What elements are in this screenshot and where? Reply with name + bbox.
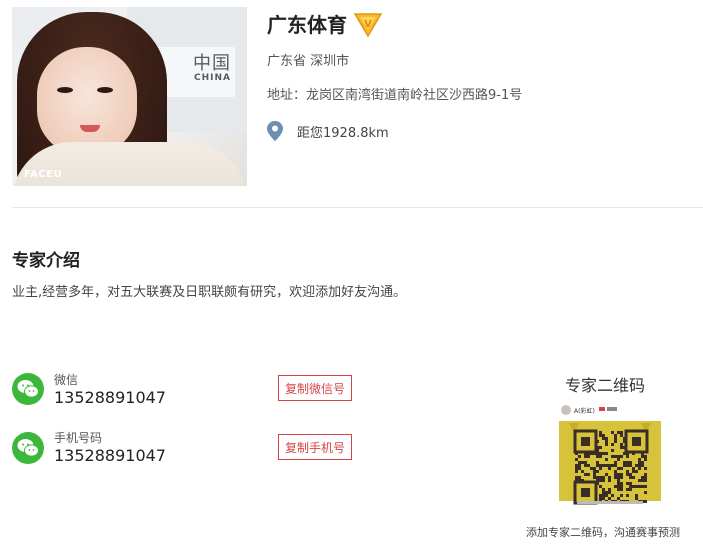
profile-photo: 中国 CHINA FACEU bbox=[12, 7, 247, 186]
qr-code-image: A(彩虹) bbox=[557, 401, 663, 507]
phone-value: 13528891047 bbox=[54, 446, 166, 465]
photo-watermark: FACEU bbox=[24, 169, 63, 180]
intro-text: 业主,经营多年，对五大联赛及日职联颇有研究，欢迎添加好友沟通。 bbox=[12, 285, 407, 300]
photo-sign-sub: CHINA bbox=[194, 73, 231, 83]
phone-contact-icon bbox=[12, 432, 44, 464]
address-text: 地址：龙岗区南湾街道南岭社区沙西路9-1号 bbox=[267, 88, 523, 103]
qr-card-name: A(彩虹) bbox=[574, 407, 595, 415]
copy-phone-button[interactable]: 复制手机号 bbox=[278, 434, 353, 460]
page-title: 广东体育 bbox=[267, 12, 347, 37]
expert-profile-page: 中国 CHINA FACEU 广东体育 V 广东省 深圳市 地址：龙岗区南湾街道… bbox=[0, 0, 703, 547]
divider bbox=[12, 207, 703, 208]
title-row: 广东体育 V bbox=[267, 8, 385, 38]
distance-text: 距您1928.8km bbox=[297, 125, 389, 141]
intro-title: 专家介绍 bbox=[12, 251, 80, 271]
svg-text:V: V bbox=[364, 19, 372, 30]
qr-footer-text: 添加专家二维码，沟通赛事预测 bbox=[526, 526, 680, 539]
wechat-icon bbox=[12, 373, 44, 405]
vip-badge-icon: V bbox=[353, 13, 383, 38]
wechat-value: 13528891047 bbox=[54, 388, 166, 407]
phone-label: 手机号码 bbox=[54, 431, 103, 445]
location-pin-icon bbox=[267, 121, 283, 141]
distance-row: 距您1928.8km bbox=[267, 121, 389, 141]
copy-wechat-button[interactable]: 复制微信号 bbox=[278, 375, 353, 401]
qr-title: 专家二维码 bbox=[565, 376, 646, 395]
region-text: 广东省 深圳市 bbox=[267, 54, 350, 69]
photo-sign-text: 中国 bbox=[193, 53, 231, 74]
wechat-label: 微信 bbox=[54, 373, 79, 387]
